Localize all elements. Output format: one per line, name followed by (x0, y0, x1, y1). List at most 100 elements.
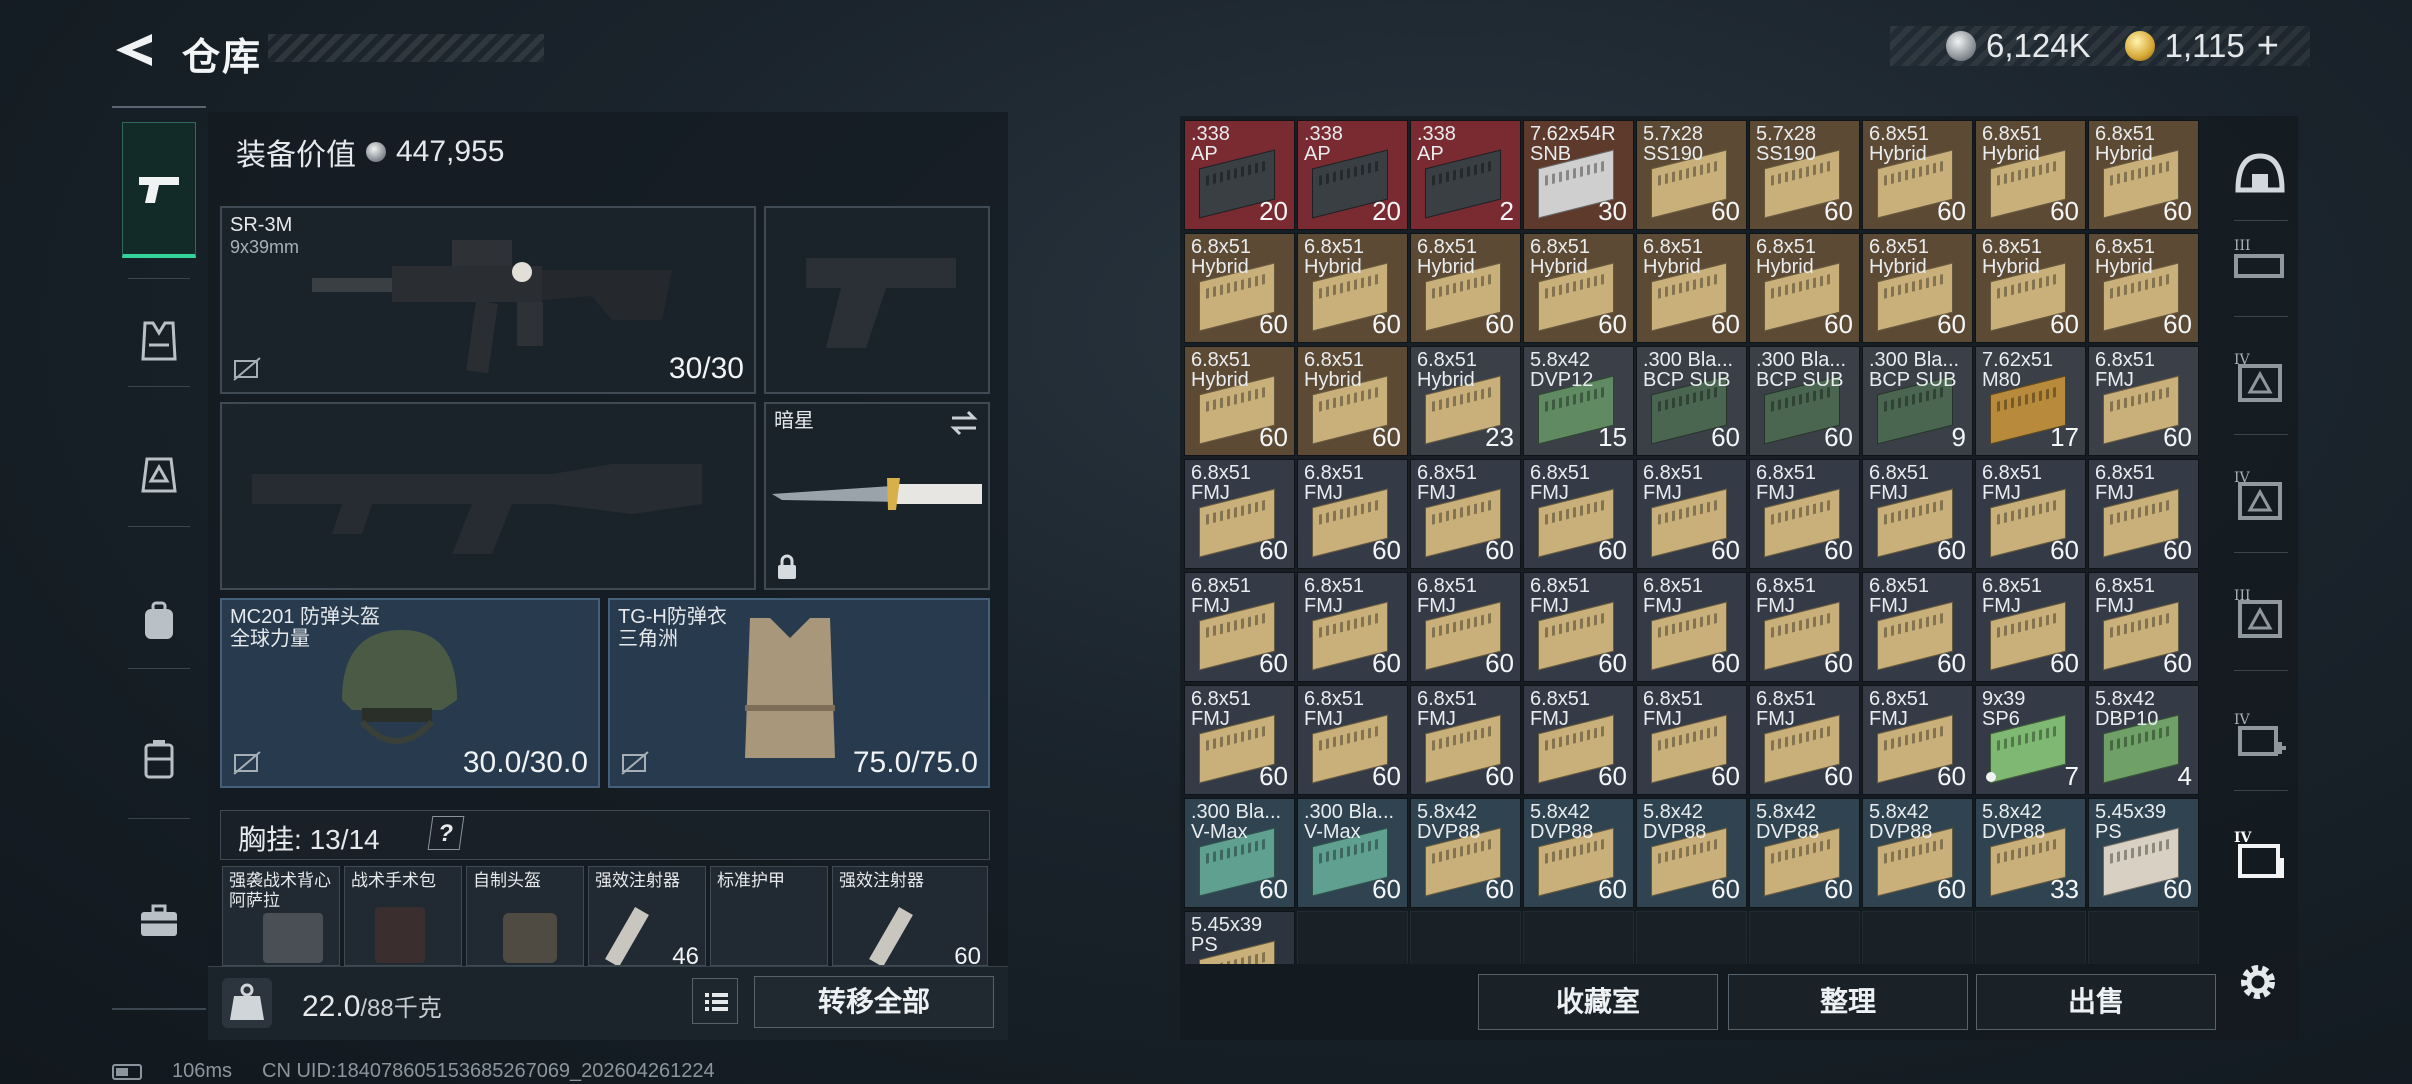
stash-item[interactable]: 6.8x51 Hybrid 23 (1410, 346, 1521, 456)
stash-item[interactable]: 5.7x28 SS190 60 (1749, 120, 1860, 230)
stash-item[interactable]: 6.8x51 FMJ 60 (1410, 572, 1521, 682)
stash-item[interactable]: 6.8x51 Hybrid 60 (1749, 233, 1860, 343)
stash-item[interactable]: .300 Bla... BCP SUB 60 (1636, 346, 1747, 456)
filter-armor-iii-2[interactable]: III (2230, 584, 2290, 644)
transfer-all-button[interactable]: 转移全部 (754, 976, 994, 1028)
filter-ammo-iv[interactable]: IV (2230, 826, 2290, 886)
rail-item-vest[interactable] (122, 304, 196, 378)
stash-item[interactable]: 6.8x51 Hybrid 60 (1523, 233, 1634, 343)
stash-item[interactable]: 6.8x51 Hybrid 60 (2088, 120, 2199, 230)
stash-item[interactable]: 6.8x51 FMJ 60 (1523, 685, 1634, 795)
stash-item[interactable]: 6.8x51 FMJ 60 (1523, 572, 1634, 682)
chest-item[interactable]: 自制头盔 (466, 866, 584, 966)
melee-slot[interactable]: 暗星 (764, 402, 990, 590)
back-button[interactable] (112, 30, 156, 70)
stash-item[interactable]: 6.8x51 FMJ 60 (1749, 572, 1860, 682)
stash-item[interactable]: 5.8x42 DVP88 60 (1636, 798, 1747, 908)
stash-item[interactable]: 6.8x51 FMJ 60 (1410, 685, 1521, 795)
empty-stash-cell[interactable] (1410, 911, 1521, 964)
stash-item[interactable]: 6.8x51 FMJ 60 (1410, 459, 1521, 569)
stash-item[interactable]: 6.8x51 FMJ 60 (1184, 685, 1295, 795)
stash-item[interactable]: 6.8x51 FMJ 60 (2088, 459, 2199, 569)
stash-item[interactable]: 6.8x51 FMJ 60 (1975, 572, 2086, 682)
stash-item[interactable]: 6.8x51 FMJ 60 (1297, 459, 1408, 569)
stash-item[interactable]: .338 AP 2 (1410, 120, 1521, 230)
empty-stash-cell[interactable] (1636, 911, 1747, 964)
stash-item[interactable]: 6.8x51 FMJ 60 (1297, 685, 1408, 795)
armor-slot[interactable]: TG-H防弹衣 三角洲 75.0/75.0 (608, 598, 990, 788)
rail-item-weapons[interactable] (122, 122, 196, 258)
stash-item[interactable]: 6.8x51 FMJ 60 (2088, 572, 2199, 682)
stash-item[interactable]: 6.8x51 Hybrid 60 (1862, 120, 1973, 230)
filter-armor-iii[interactable]: III (2230, 234, 2290, 294)
stash-item[interactable]: 6.8x51 Hybrid 60 (1862, 233, 1973, 343)
stash-item[interactable]: .300 Bla... BCP SUB 60 (1749, 346, 1860, 456)
stash-item[interactable]: 6.8x51 FMJ 60 (1749, 459, 1860, 569)
stash-item[interactable]: 6.8x51 FMJ 60 (1636, 572, 1747, 682)
empty-stash-cell[interactable] (2088, 911, 2199, 964)
stash-item[interactable]: 6.8x51 Hybrid 60 (1184, 233, 1295, 343)
stash-item[interactable]: .300 Bla... BCP SUB 9 (1862, 346, 1973, 456)
stash-item[interactable]: 6.8x51 Hybrid 60 (1297, 346, 1408, 456)
empty-stash-cell[interactable] (1523, 911, 1634, 964)
stash-item[interactable]: 5.8x42 DVP88 33 (1975, 798, 2086, 908)
empty-stash-cell[interactable] (1297, 911, 1408, 964)
stash-item[interactable]: 5.8x42 DVP88 60 (1862, 798, 1973, 908)
chest-item[interactable]: 强袭战术背心 阿萨拉 (222, 866, 340, 966)
stash-item[interactable]: 6.8x51 Hybrid 60 (1636, 233, 1747, 343)
stash-item[interactable]: 5.7x28 SS190 60 (1636, 120, 1747, 230)
stash-item[interactable]: 6.8x51 FMJ 60 (1636, 459, 1747, 569)
stash-item[interactable]: 6.8x51 FMJ 60 (1636, 685, 1747, 795)
stash-item[interactable]: 6.8x51 FMJ 60 (2088, 346, 2199, 456)
stash-item[interactable]: 7.62x54R SNB 30 (1523, 120, 1634, 230)
filter-armor-iv-2[interactable]: IV (2230, 466, 2290, 526)
filter-helmet[interactable] (2230, 146, 2290, 206)
sell-button[interactable]: 出售 (1976, 974, 2216, 1030)
rail-item-armor[interactable] (122, 438, 196, 512)
swap-icon[interactable] (948, 410, 980, 436)
help-button[interactable]: ? (427, 816, 465, 850)
chest-item[interactable]: 强效注射器 60 (832, 866, 988, 966)
secondary-weapon-slot[interactable] (220, 402, 756, 590)
stash-item[interactable]: 6.8x51 Hybrid 60 (1297, 233, 1408, 343)
stash-item[interactable]: 6.8x51 Hybrid 60 (1410, 233, 1521, 343)
stash-item[interactable]: 5.8x42 DVP88 60 (1749, 798, 1860, 908)
stash-item[interactable]: 5.8x42 DVP88 60 (1523, 798, 1634, 908)
stash-item[interactable]: 6.8x51 FMJ 60 (1975, 459, 2086, 569)
stash-item[interactable]: 5.8x42 DVP12 15 (1523, 346, 1634, 456)
stash-item[interactable]: 6.8x51 FMJ 60 (1184, 572, 1295, 682)
stash-item[interactable]: 7.62x51 M80 17 (1975, 346, 2086, 456)
stash-item[interactable]: 6.8x51 FMJ 60 (1184, 459, 1295, 569)
stash-item[interactable]: 9x39 SP6 7 (1975, 685, 2086, 795)
sort-button[interactable]: 整理 (1728, 974, 1968, 1030)
stash-item[interactable]: 6.8x51 FMJ 60 (1523, 459, 1634, 569)
chest-item[interactable]: 战术手术包 (344, 866, 462, 966)
stash-item[interactable]: 6.8x51 FMJ 60 (1862, 459, 1973, 569)
stash-item[interactable]: 6.8x51 Hybrid 60 (1184, 346, 1295, 456)
stash-item[interactable]: 6.8x51 FMJ 60 (1749, 685, 1860, 795)
stash-item[interactable]: 6.8x51 Hybrid 60 (2088, 233, 2199, 343)
rail-item-backpack[interactable] (122, 584, 196, 658)
add-currency-button[interactable]: + (2257, 25, 2279, 68)
helmet-slot[interactable]: MC201 防弹头盔 全球力量 30.0/30.0 (220, 598, 600, 788)
stash-item[interactable]: 6.8x51 FMJ 60 (1297, 572, 1408, 682)
filter-medical-iv[interactable]: IV (2230, 708, 2290, 768)
pistol-slot[interactable] (764, 206, 990, 394)
stash-item[interactable]: .338 AP 20 (1184, 120, 1295, 230)
stash-item[interactable]: 5.8x42 DBP10 4 (2088, 685, 2199, 795)
stash-item[interactable]: .300 Bla... V-Max 60 (1297, 798, 1408, 908)
empty-stash-cell[interactable] (1749, 911, 1860, 964)
stash-item[interactable]: 5.45x39 PS 60 (2088, 798, 2199, 908)
stash-item[interactable]: .300 Bla... V-Max 60 (1184, 798, 1295, 908)
list-view-button[interactable] (692, 978, 738, 1024)
stash-item[interactable]: 5.45x39 PS (1184, 911, 1295, 964)
stash-item[interactable]: .338 AP 20 (1297, 120, 1408, 230)
stash-item[interactable]: 6.8x51 FMJ 60 (1862, 685, 1973, 795)
empty-stash-cell[interactable] (1975, 911, 2086, 964)
stash-item[interactable]: 6.8x51 Hybrid 60 (1975, 233, 2086, 343)
stash-item[interactable]: 6.8x51 FMJ 60 (1862, 572, 1973, 682)
chest-item[interactable]: 标准护甲 (710, 866, 828, 966)
stash-item[interactable]: 6.8x51 Hybrid 60 (1975, 120, 2086, 230)
collection-room-button[interactable]: 收藏室 (1478, 974, 1718, 1030)
stash-item[interactable]: 5.8x42 DVP88 60 (1410, 798, 1521, 908)
